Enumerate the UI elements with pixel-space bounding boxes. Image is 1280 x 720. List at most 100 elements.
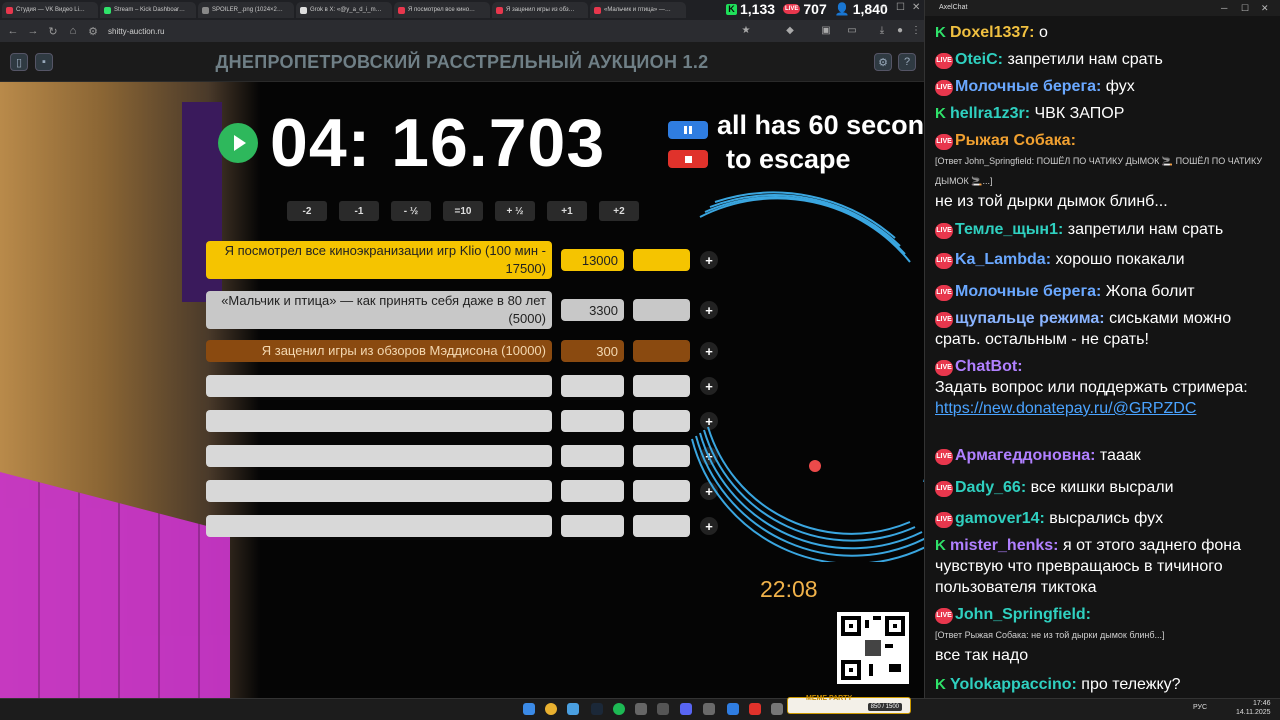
- app-icon-1[interactable]: [635, 703, 647, 715]
- profile-icon[interactable]: ●: [894, 25, 906, 37]
- lot-name-field[interactable]: Я посмотрел все киноэкранизации игр Klio…: [206, 241, 552, 279]
- app-icon-3[interactable]: [749, 703, 761, 715]
- chat-nick[interactable]: Молочные берега:: [955, 283, 1101, 300]
- chat-message: LIVE John_Springfield: [Ответ Рыжая Собака…: [935, 604, 1275, 666]
- browser-tab[interactable]: «Мальчик и птица» —…: [590, 2, 686, 18]
- download-icon[interactable]: ⤓: [876, 25, 888, 37]
- chat-message: LIVE Молочные берега: фух: [935, 76, 1275, 97]
- lot-amount-field[interactable]: [561, 480, 624, 502]
- chrome-icon[interactable]: [545, 703, 557, 715]
- browser-tab[interactable]: Stream – Kick Dashboar…: [100, 2, 196, 18]
- lot-row: +: [206, 515, 718, 537]
- chat-nick[interactable]: ChatBot:: [955, 358, 1023, 375]
- lot-name-field[interactable]: Я заценил игры из обзоров Мэддисона (100…: [206, 340, 552, 362]
- app-icon-2[interactable]: [657, 703, 669, 715]
- start-icon[interactable]: [523, 703, 535, 715]
- browser-menu-icon[interactable]: ⋮: [910, 25, 922, 37]
- tray-clock[interactable]: 17:46 14.11.2025: [1236, 699, 1271, 717]
- lot-name-field[interactable]: [206, 375, 552, 397]
- spotify-icon[interactable]: [613, 703, 625, 715]
- vk-live-icon: LIVE: [935, 608, 953, 624]
- pause-button[interactable]: [668, 121, 708, 139]
- lot-name-field[interactable]: [206, 480, 552, 502]
- chat-nick[interactable]: Ka_Lambda:: [955, 251, 1051, 268]
- chat-nick[interactable]: OteiC:: [955, 51, 1003, 68]
- lot-amount-field[interactable]: 300: [561, 340, 624, 362]
- browser-tab[interactable]: Grok в X: «@y_a_d_i_m…: [296, 2, 392, 18]
- home-icon[interactable]: ⌂: [66, 25, 80, 37]
- chat-minimize-icon[interactable]: ─: [1221, 0, 1227, 16]
- chat-nick[interactable]: Темле_щын1:: [955, 221, 1063, 238]
- help-button[interactable]: ?: [898, 53, 916, 71]
- reload-icon[interactable]: ↻: [46, 25, 60, 38]
- lot-amount-field[interactable]: [561, 515, 624, 537]
- browser-tab[interactable]: SPOILER_.png (1024×2…: [198, 2, 294, 18]
- time-adjust-button[interactable]: + ½: [495, 201, 535, 221]
- minimize-icon[interactable]: ─: [880, 2, 887, 13]
- steam-icon[interactable]: [591, 703, 603, 715]
- chat-nick[interactable]: Doxel1337:: [950, 24, 1035, 41]
- back-icon[interactable]: ←: [6, 25, 20, 37]
- browser-tab[interactable]: Я посмотрел все кино…: [394, 2, 490, 18]
- time-adjust-button[interactable]: - ½: [391, 201, 431, 221]
- qr-code-graphic: [841, 616, 905, 680]
- lot-name-field[interactable]: [206, 410, 552, 432]
- chat-nick[interactable]: Рыжая Собака:: [955, 132, 1076, 149]
- settings-button[interactable]: ⚙: [874, 53, 892, 71]
- chat-nick[interactable]: Yolokappaccino:: [950, 676, 1077, 693]
- person-icon: 👤: [834, 2, 850, 16]
- extensions-puzzle-icon[interactable]: ▣: [820, 25, 832, 37]
- chat-nick[interactable]: щупальце режима:: [955, 310, 1105, 327]
- tab-label: Студия — VK Видео Li…: [16, 7, 85, 13]
- close-icon[interactable]: ✕: [912, 2, 920, 13]
- lot-row: Я посмотрел все киноэкранизации игр Klio…: [206, 241, 718, 279]
- app-icon-4[interactable]: [771, 703, 783, 715]
- time-adjust-button[interactable]: -2: [287, 201, 327, 221]
- lot-amount-field[interactable]: 3300: [561, 299, 624, 321]
- chat-text: высрались фух: [1049, 510, 1164, 527]
- lot-amount-field[interactable]: [561, 445, 624, 467]
- chat-maximize-icon[interactable]: ☐: [1241, 0, 1249, 16]
- auction-timer: 04: 16.703: [270, 105, 606, 181]
- maximize-icon[interactable]: ☐: [896, 2, 905, 13]
- telegram-icon[interactable]: [727, 703, 739, 715]
- site-info-icon[interactable]: ⚙: [86, 25, 100, 38]
- language-indicator[interactable]: РУС: [1193, 704, 1207, 711]
- time-adjust-button[interactable]: +2: [599, 201, 639, 221]
- chat-message: LIVE Темле_щын1: запретили нам срать: [935, 219, 1275, 240]
- forward-icon[interactable]: →: [26, 25, 40, 37]
- lot-amount-field[interactable]: [561, 410, 624, 432]
- chat-message: LIVE Армагеддоновна: тааак: [935, 445, 1275, 466]
- stop-button[interactable]: [668, 150, 708, 168]
- chat-link[interactable]: https://new.donatepay.ru/@GRPZDC: [935, 400, 1196, 417]
- overlay-text-line2: to escape: [726, 144, 851, 174]
- chat-nick[interactable]: gamover14:: [955, 510, 1045, 527]
- lot-name-field[interactable]: [206, 445, 552, 467]
- explorer-icon[interactable]: [567, 703, 579, 715]
- browser-tab[interactable]: Студия — VK Видео Li…: [2, 2, 98, 18]
- extension-icon[interactable]: ◆: [784, 25, 796, 37]
- chat-nick[interactable]: Молочные берега:: [955, 78, 1101, 95]
- roulette-wheel: [691, 191, 924, 562]
- lot-name-field[interactable]: «Мальчик и птица» — как принять себя даж…: [206, 291, 552, 329]
- chat-nick[interactable]: John_Springfield:: [955, 606, 1091, 623]
- time-adjust-button[interactable]: =10: [443, 201, 483, 221]
- discord-icon[interactable]: [680, 703, 692, 715]
- time-adjust-button[interactable]: -1: [339, 201, 379, 221]
- qr-code: [837, 612, 909, 684]
- chat-nick[interactable]: Армагеддоновна:: [955, 447, 1095, 464]
- sidebar-icon[interactable]: ▭: [846, 25, 858, 37]
- lot-amount-field[interactable]: 13000: [561, 249, 624, 271]
- chat-nick[interactable]: mister_henks:: [950, 537, 1059, 554]
- lot-amount-field[interactable]: [561, 375, 624, 397]
- obs-icon[interactable]: [703, 703, 715, 715]
- lot-name-field[interactable]: [206, 515, 552, 537]
- bookmark-star-icon[interactable]: ★: [740, 25, 752, 37]
- chat-nick[interactable]: hellra1z3r:: [950, 105, 1030, 122]
- chat-nick[interactable]: Dady_66:: [955, 479, 1026, 496]
- chat-close-icon[interactable]: ✕: [1261, 0, 1269, 16]
- url-field[interactable]: shitty-auction.ru: [108, 27, 164, 36]
- play-button[interactable]: [218, 123, 258, 163]
- browser-tab[interactable]: Я заценил игры из обз…: [492, 2, 588, 18]
- time-adjust-button[interactable]: +1: [547, 201, 587, 221]
